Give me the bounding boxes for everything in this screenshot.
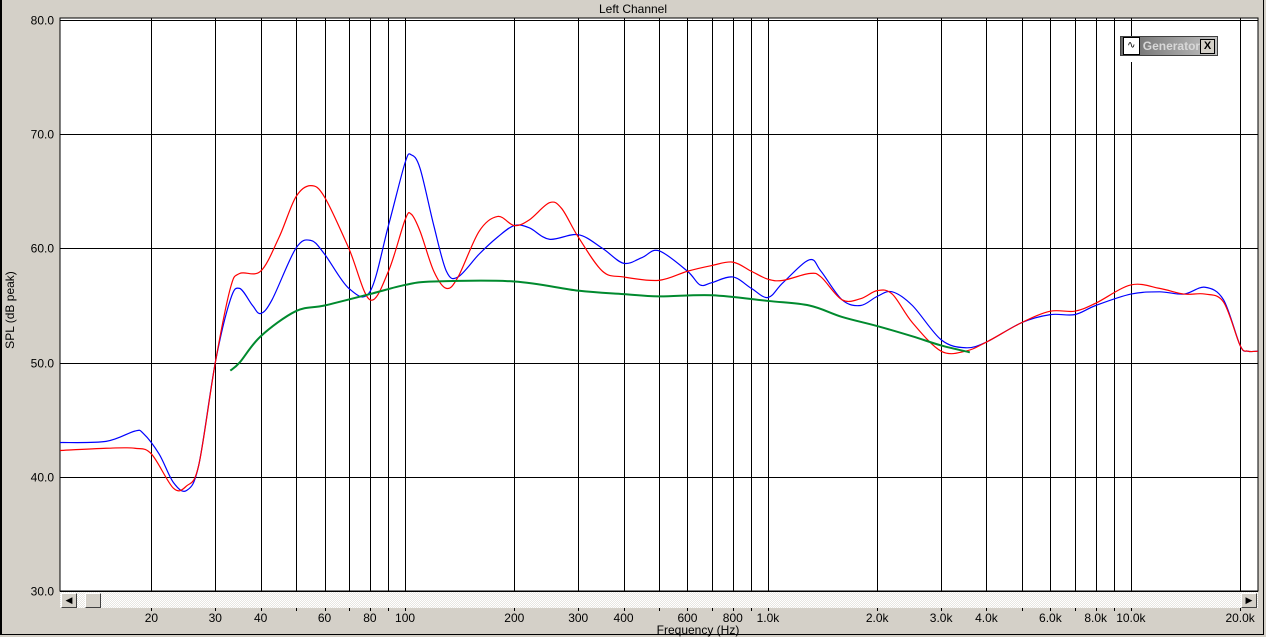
y-tick-label: 50.0 xyxy=(31,357,55,371)
x-axis-label: Frequency (Hz) xyxy=(656,623,740,637)
y-tick-label: 80.0 xyxy=(31,14,55,28)
generator-titlebar[interactable]: ∿ Generator X xyxy=(1120,36,1218,56)
scroll-right-button[interactable]: ▶ xyxy=(1241,593,1257,608)
y-axis-label: SPL (dB peak) xyxy=(3,271,17,349)
waveform-icon: ∿ xyxy=(1123,37,1140,55)
scroll-thumb[interactable] xyxy=(85,593,101,608)
scroll-left-button[interactable]: ◀ xyxy=(61,593,77,608)
close-button[interactable]: X xyxy=(1200,38,1215,54)
generator-window[interactable]: ∿ Generator X xyxy=(1120,36,1218,62)
y-tick-label: 30.0 xyxy=(31,585,55,599)
generator-title: Generator xyxy=(1142,39,1201,53)
y-tick-label: 70.0 xyxy=(31,128,55,142)
plot-area: 30.040.050.060.070.080.020 30 40 60 80 100 200… xyxy=(31,14,1259,625)
y-tick-label: 60.0 xyxy=(31,242,55,256)
horizontal-scrollbar[interactable]: ◀ ▶ xyxy=(60,591,1258,608)
y-tick-label: 40.0 xyxy=(31,471,55,485)
